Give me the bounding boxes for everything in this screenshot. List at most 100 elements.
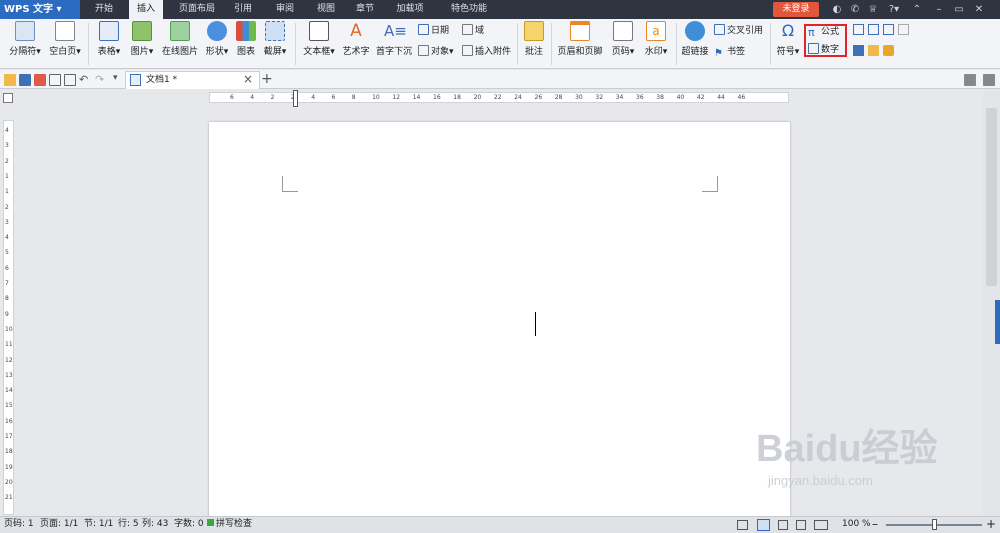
side-panel-toggle[interactable] [995,300,1000,344]
outline-view-icon[interactable] [778,520,788,530]
menu-tab[interactable]: 章节 [350,0,380,19]
menu-tab[interactable]: 插入 [129,0,163,19]
customize-icon[interactable]: ▾ [113,73,125,85]
zoom-in-icon[interactable]: + [986,516,996,533]
menu-tab[interactable]: 加载项 [389,0,431,19]
maximize-icon[interactable]: ▭ [952,2,966,17]
table-button[interactable]: 表格▾ [94,21,124,57]
divider [295,23,296,65]
shirt-icon[interactable]: ♕ [866,2,880,17]
ruler-tick-label: 42 [696,94,705,101]
pi-icon: π [808,26,815,39]
object-button[interactable]: 对象▾ [418,45,454,59]
divider [676,23,677,65]
close-tab-icon[interactable]: × [243,72,253,87]
attachment-icon [462,45,473,56]
comment-icon [524,21,544,41]
textbox-button[interactable]: 文本框▾ [300,21,338,57]
control-icon[interactable] [898,24,909,35]
fullscreen-icon[interactable] [737,520,748,530]
indent-marker[interactable] [293,90,298,107]
screenshot-button[interactable]: 截屏▾ [260,21,290,57]
menu-tab[interactable]: 开始 [85,0,123,19]
dropcap-button[interactable]: A≡ 首字下沉 [374,21,414,57]
feedback-icon[interactable]: ✆ [848,2,862,17]
bookmark-button[interactable]: ⚑ 书签 [714,45,745,59]
save-icon[interactable] [19,74,31,86]
picture-button[interactable]: 图片▾ [127,21,157,57]
scrollbar-thumb[interactable] [986,108,997,286]
chart-button[interactable]: 图表 [234,21,258,57]
zoom-out-icon[interactable]: – [872,516,878,533]
ruler-tick-label: 10 [5,325,13,333]
side-panel-icon[interactable] [983,74,995,86]
number-label: 数字 [821,45,840,55]
online-picture-button[interactable]: 在线图片 [160,21,200,57]
ruler-tick-label: 8 [5,295,9,303]
ruler-tick-label: 14 [412,94,421,101]
open-icon[interactable] [4,74,16,86]
field-button[interactable]: 域 [462,24,484,38]
form-icon[interactable] [853,24,864,35]
login-button[interactable]: 未登录 [773,2,819,17]
new-tab-icon[interactable]: + [261,71,273,87]
page-break-button[interactable]: 分隔符▾ [5,21,45,57]
date-button[interactable]: 日期 [418,24,449,38]
formula-label: 公式 [821,27,840,37]
web-view-icon[interactable] [796,520,806,530]
blank-page-button[interactable]: 空白页▾ [47,21,83,57]
header-footer-button[interactable]: 页眉和页脚 [555,21,605,57]
crossref-button[interactable]: 交叉引用 [714,24,763,38]
comment-button[interactable]: 批注 [521,21,547,57]
menu-tab[interactable]: 视图 [309,0,343,19]
redo-icon[interactable]: ↷ [95,73,107,86]
page-number-button[interactable]: 页码▾ [607,21,639,57]
document-tab-title: 文档1 * [146,75,178,85]
menu-tab[interactable]: 特色功能 [439,0,499,19]
number-button[interactable]: 数字 [808,43,839,57]
online-picture-icon [170,21,190,41]
symbol-label: 符号 [776,47,795,57]
read-view-icon[interactable] [814,520,828,530]
undo-icon[interactable]: ↶ [79,73,91,86]
object-label: 对象 [431,47,450,57]
checkbox-icon[interactable] [868,24,879,35]
collapse-ribbon-icon[interactable]: ⌃ [910,2,924,17]
dropdown-control-icon[interactable] [883,24,894,35]
vertical-ruler[interactable]: 4 3 2 1 1 2 3 4 5 6 7 8 9 10 11 12 13 14 15 16 17 18 19 20 21 [3,120,14,515]
tab-stop-icon[interactable] [3,93,13,103]
menu-tab[interactable]: 引用 [228,0,258,19]
symbol-button[interactable]: Ω 符号▾ [774,21,802,57]
print-icon[interactable] [49,74,61,86]
zoom-slider-thumb[interactable] [932,519,937,530]
ruler-tick-label: 30 [575,94,583,101]
watermark-url: jingyan.baidu.com [768,473,873,488]
divider [88,23,89,65]
formula-button[interactable]: π 公式 [808,25,839,39]
document-tab[interactable]: 文档1 * [125,71,260,89]
bookmark-icon: ⚑ [714,48,723,59]
shape-button[interactable]: 形状▾ [202,21,232,57]
status-word-count[interactable]: 字数: 0 [174,516,204,533]
menu-tab[interactable]: 页面布局 [170,0,224,19]
pdf-icon[interactable] [34,74,46,86]
watermark-button[interactable]: a 水印▾ [640,21,672,57]
help-icon[interactable]: ?▾ [884,2,904,17]
app-menu-button[interactable]: WPS 文字 ▾ [0,0,80,19]
minimize-icon[interactable]: – [932,2,946,17]
attachment-button[interactable]: 插入附件 [462,45,511,59]
page-view-icon[interactable] [757,519,770,531]
zoom-level[interactable]: 100 % [842,516,871,533]
design-mode-icon[interactable] [853,45,864,56]
skin-icon[interactable]: ◐ [830,2,844,17]
wordart-button[interactable]: A 艺术字 [341,21,371,57]
menu-tab[interactable]: 审阅 [268,0,302,19]
ruler-tick-label: 17 [5,433,13,440]
spell-check-button[interactable]: 拼写检查 [207,516,252,533]
preview-icon[interactable] [64,74,76,86]
lock-icon[interactable] [883,45,894,56]
hyperlink-button[interactable]: 超链接 [680,21,710,57]
close-icon[interactable]: ✕ [972,2,986,17]
eraser-icon[interactable] [868,45,879,56]
window-list-icon[interactable] [964,74,976,86]
